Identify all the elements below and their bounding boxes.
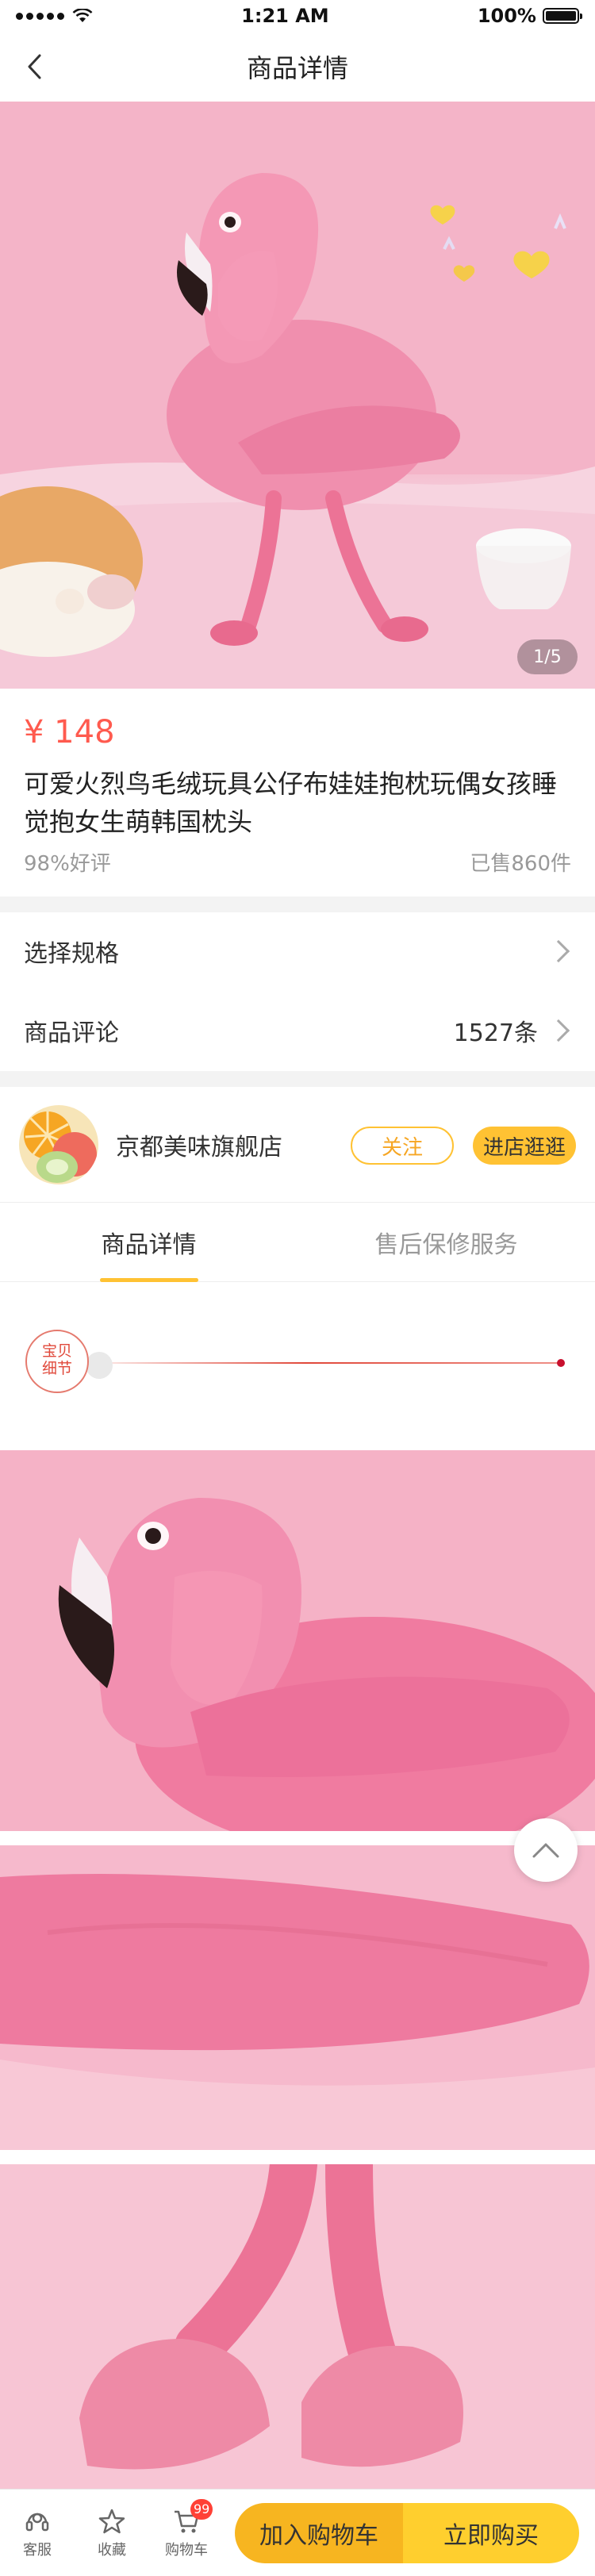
detail-section-header: 宝贝 细节 xyxy=(0,1282,595,1450)
detail-image-3 xyxy=(0,2164,595,2489)
tab-after-sales[interactable]: 售后保修服务 xyxy=(298,1203,595,1282)
detail-image-1-graphic xyxy=(0,1450,595,1831)
review-label: 商品评论 xyxy=(24,1019,119,1047)
product-review-row[interactable]: 商品评论 1527条 xyxy=(0,992,595,1069)
page-title: 商品详情 xyxy=(246,53,348,83)
store-name: 京都美味旗舰店 xyxy=(116,1133,282,1161)
follow-button[interactable]: 关注 xyxy=(351,1127,454,1165)
detail-stamp-line1: 宝贝 xyxy=(41,1342,72,1360)
status-time: 1:21 AM xyxy=(241,5,329,27)
review-right: 1527条 xyxy=(454,1013,571,1048)
detail-image-2-graphic xyxy=(0,1845,595,2150)
wifi-icon xyxy=(72,9,93,22)
detail-image-1 xyxy=(0,1450,595,1831)
scroll-to-top-button[interactable] xyxy=(514,1818,578,1882)
review-count: 1527条 xyxy=(453,1019,538,1047)
cart-label: 购物车 xyxy=(165,2541,208,2559)
favorite-button[interactable]: 收藏 xyxy=(75,2490,149,2576)
product-hero-image xyxy=(0,102,595,689)
select-spec-right xyxy=(547,939,571,963)
battery-fill xyxy=(545,11,576,21)
tab-product-detail[interactable]: 商品详情 xyxy=(0,1203,298,1282)
store-bar: 京都美味旗舰店 关注 进店逛逛 xyxy=(0,1087,595,1203)
customer-service-label: 客服 xyxy=(23,2541,52,2559)
bottom-action-bar: 客服 收藏 购物车 99 加入购物车 立即购买 xyxy=(0,2489,595,2576)
status-right: 100% xyxy=(477,5,582,27)
store-logo-image xyxy=(19,1104,98,1184)
detail-tabs: 商品详情 售后保修服务 xyxy=(0,1203,595,1282)
signal-icon xyxy=(16,12,64,20)
status-bar: 1:21 AM 100% xyxy=(0,0,595,32)
chevron-up-icon xyxy=(532,1843,559,1858)
cart-badge: 99 xyxy=(190,2498,213,2520)
detail-stamp-line2: 细节 xyxy=(41,1360,72,1377)
headset-icon xyxy=(25,2513,49,2531)
detail-stamp: 宝贝 细节 xyxy=(25,1330,89,1393)
add-to-cart-button[interactable]: 加入购物车 xyxy=(235,2503,403,2563)
carousel-counter: 1/5 xyxy=(517,639,578,674)
section-divider xyxy=(0,896,595,912)
product-price: ¥ 148 xyxy=(24,714,115,751)
product-sold-count: 已售860件 xyxy=(470,852,571,876)
product-info: ¥ 148 可爱火烈鸟毛绒玩具公仔布娃娃抱枕玩偶女孩睡觉抱女生萌韩国枕头 98%… xyxy=(0,689,595,896)
product-title: 可爱火烈鸟毛绒玩具公仔布娃娃抱枕玩偶女孩睡觉抱女生萌韩国枕头 xyxy=(24,769,558,837)
select-spec-row[interactable]: 选择规格 xyxy=(0,912,595,990)
decorative-dot xyxy=(557,1359,565,1367)
select-spec-label: 选择规格 xyxy=(24,940,119,968)
battery-icon xyxy=(542,8,582,24)
product-hero-carousel[interactable]: 1/5 xyxy=(0,102,595,689)
detail-image-3-graphic xyxy=(0,2164,595,2489)
customer-service-button[interactable]: 客服 xyxy=(0,2490,75,2576)
star-icon xyxy=(98,2509,125,2533)
chevron-right-icon xyxy=(547,1019,570,1042)
status-left xyxy=(16,9,93,23)
cart-button[interactable]: 购物车 99 xyxy=(149,2490,224,2576)
favorite-label: 收藏 xyxy=(98,2541,126,2559)
buy-now-button[interactable]: 立即购买 xyxy=(403,2503,579,2563)
battery-percent: 100% xyxy=(477,5,536,27)
section-divider xyxy=(0,1071,595,1087)
detail-divider-line xyxy=(95,1362,563,1364)
decorative-dot xyxy=(86,1352,113,1379)
purchase-actions: 加入购物车 立即购买 xyxy=(235,2503,579,2563)
back-button[interactable] xyxy=(17,49,52,84)
nav-bar: 商品详情 xyxy=(0,32,595,102)
product-rating: 98%好评 xyxy=(24,852,111,876)
detail-image-2 xyxy=(0,1845,595,2150)
chevron-left-icon xyxy=(28,54,41,79)
store-logo[interactable] xyxy=(19,1104,98,1184)
visit-store-button[interactable]: 进店逛逛 xyxy=(473,1127,576,1165)
chevron-right-icon xyxy=(547,939,570,963)
